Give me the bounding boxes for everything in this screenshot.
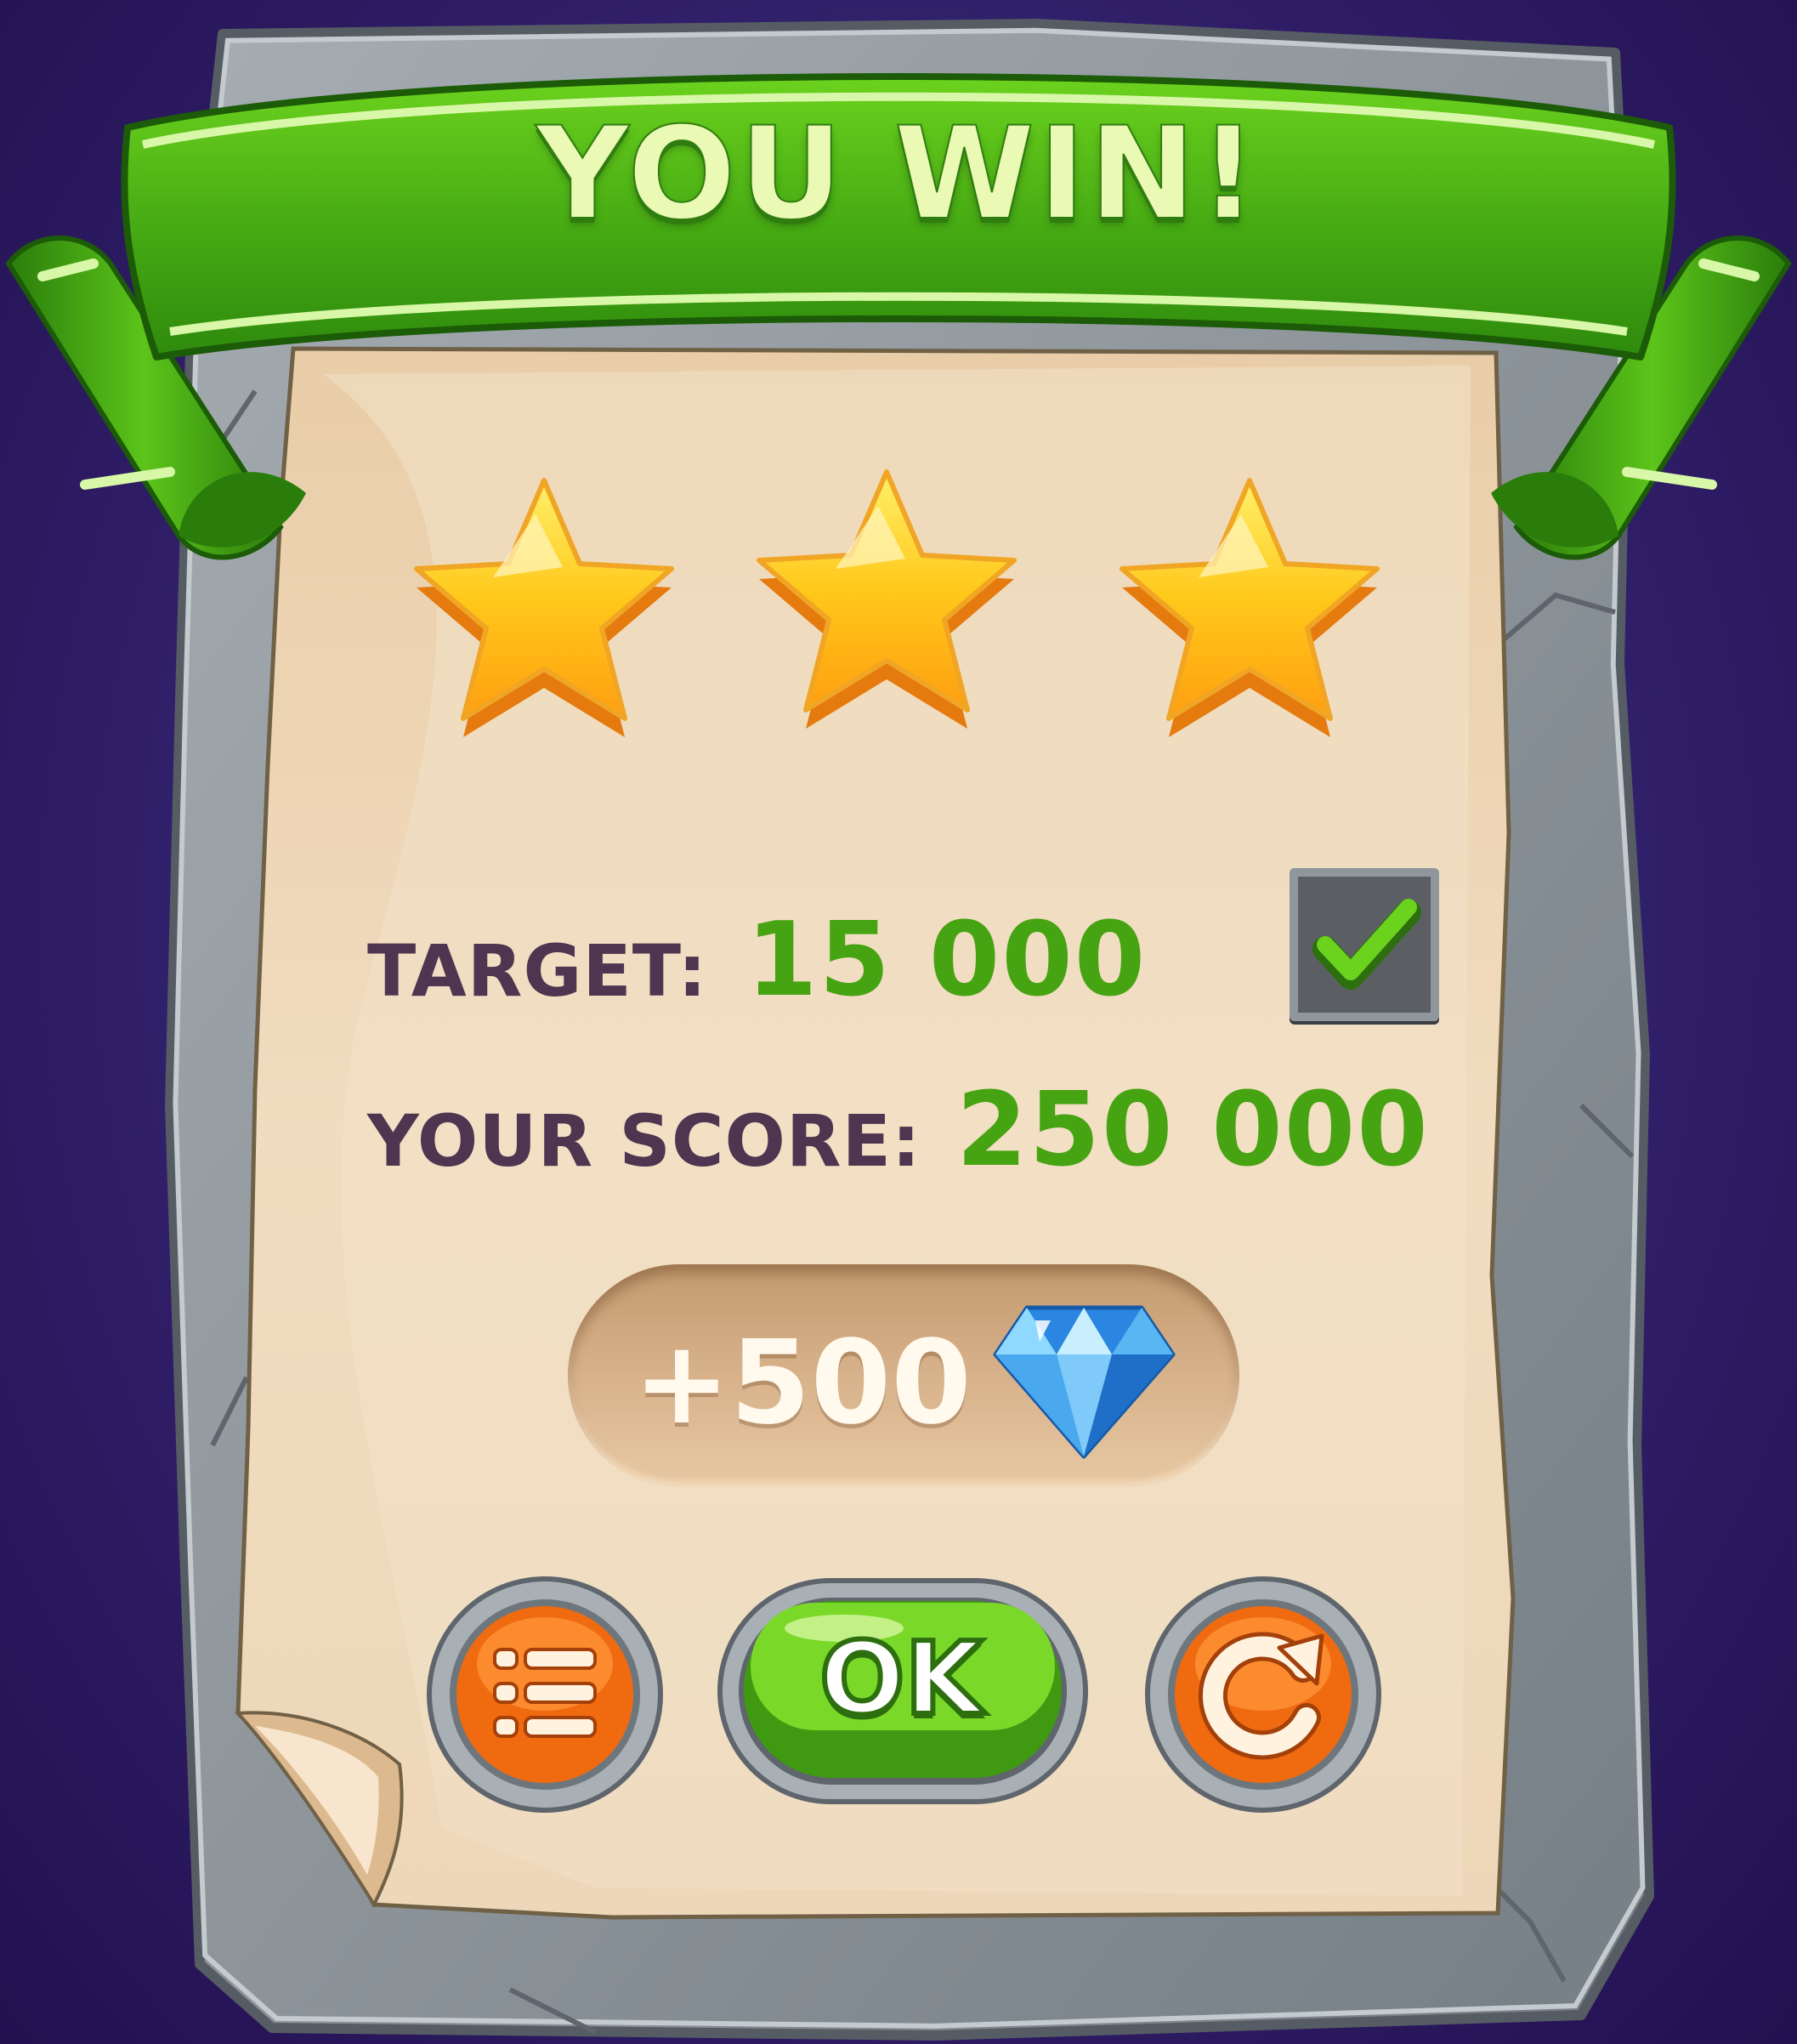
menu-button[interactable] [425,1575,665,1814]
score-label: YOUR SCORE: [367,1099,921,1183]
target-label: TARGET: [367,929,708,1013]
target-value: 15 000 [746,901,1148,1019]
star-icon [417,480,672,737]
star-icon [759,472,1014,729]
star-rating [391,446,1411,803]
reward-amount: +500 [633,1316,972,1451]
ok-button-label: OK [817,1617,985,1740]
score-value: 250 000 [956,1071,1430,1189]
diamond-icon [993,1305,1176,1459]
target-achieved-checkbox [1290,868,1439,1021]
checkmark-icon [1312,899,1421,990]
win-title: YOU WIN! [536,99,1261,249]
replay-button[interactable] [1143,1575,1383,1814]
star-icon [1122,480,1377,737]
list-menu-icon [493,1648,597,1738]
